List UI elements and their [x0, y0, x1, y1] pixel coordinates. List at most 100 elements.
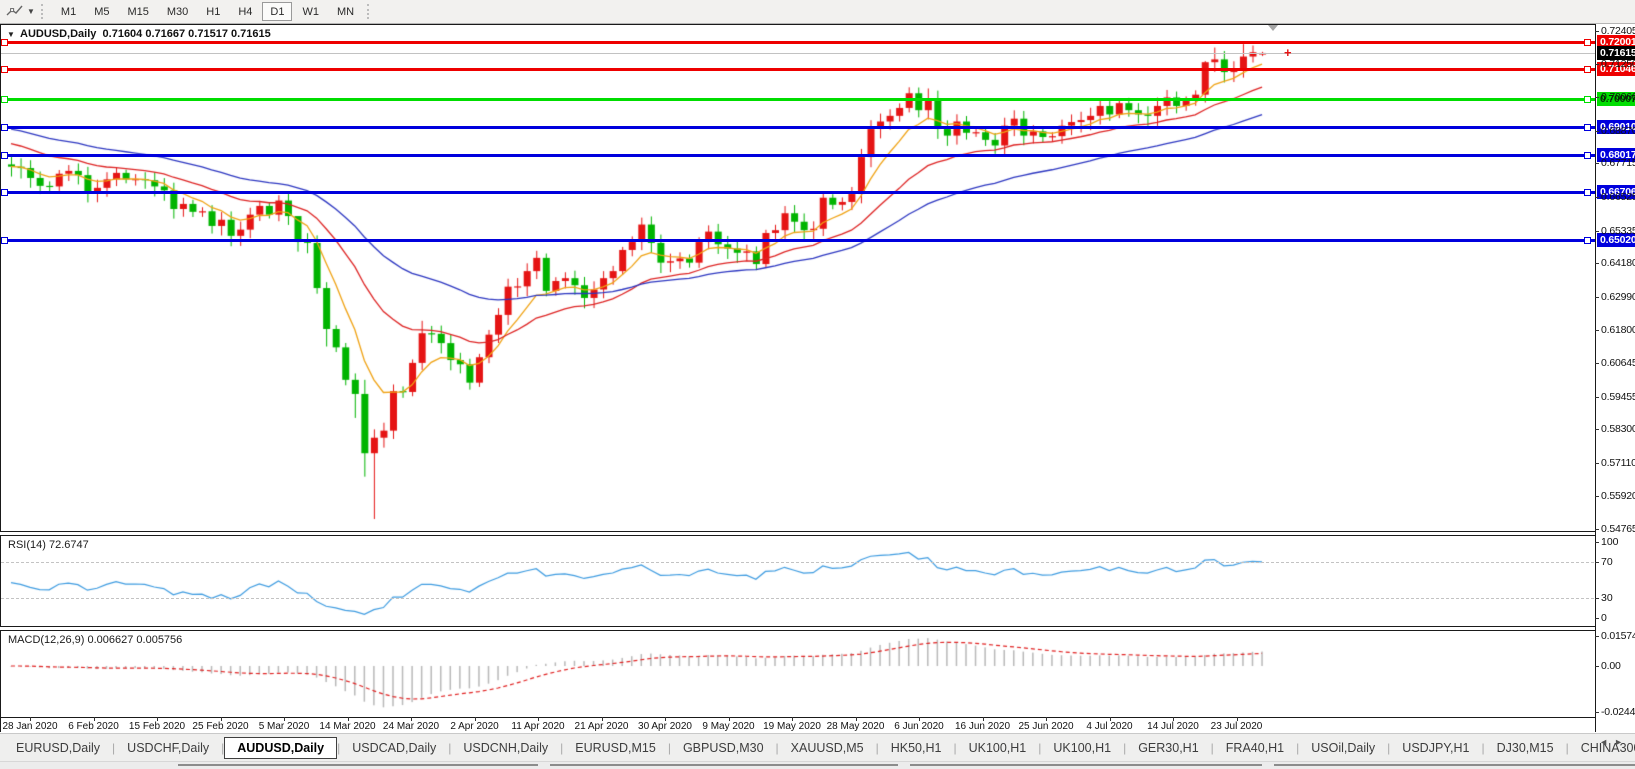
support-line-1[interactable] — [1, 126, 1595, 129]
line-anchor-left[interactable] — [1, 39, 8, 46]
line-anchor-right[interactable] — [1584, 39, 1591, 46]
price-tick-mark — [1595, 64, 1599, 65]
price-tick-label: 0.65335 — [1601, 225, 1635, 237]
macd-scale-label: 0.01574 — [1601, 630, 1635, 642]
line-anchor-left[interactable] — [1, 237, 8, 244]
tab-audusd-daily[interactable]: AUDUSD,Daily — [224, 737, 337, 759]
timeframe-button-mn[interactable]: MN — [329, 2, 362, 21]
rsi-indicator-label: RSI(14) 72.6747 — [8, 539, 89, 551]
time-axis-label: 15 Feb 2020 — [129, 721, 185, 732]
time-axis-label: 16 Jun 2020 — [955, 721, 1010, 732]
tab-uk100-h1[interactable]: UK100,H1 — [957, 737, 1039, 759]
timeframe-button-m1[interactable]: M1 — [53, 2, 84, 21]
line-anchor-left[interactable] — [1, 189, 8, 196]
time-axis-label: 4 Jul 2020 — [1086, 721, 1132, 732]
support-line-4[interactable] — [1, 239, 1595, 242]
price-tick-label: 0.55920 — [1601, 490, 1635, 502]
macd-scale-label: 0.00 — [1601, 660, 1621, 672]
caret-down-icon[interactable]: ▼ — [27, 7, 35, 16]
macd-scale-tick — [1595, 712, 1599, 713]
tab-gbpusd-m30[interactable]: GBPUSD,M30 — [671, 737, 776, 759]
line-anchor-right[interactable] — [1584, 66, 1591, 73]
line-anchor-right[interactable] — [1584, 124, 1591, 131]
macd-panel-separator[interactable] — [0, 626, 1595, 631]
timeframe-button-h1[interactable]: H1 — [198, 2, 228, 21]
timeframe-button-group: M1M5M15M30H1H4D1W1MN — [52, 2, 363, 21]
tab-scroll-right-icon[interactable]: ► — [1614, 737, 1629, 747]
timeframe-button-w1[interactable]: W1 — [294, 2, 327, 21]
price-tick-mark — [1595, 330, 1599, 331]
price-tick-mark — [1595, 496, 1599, 497]
chart-shift-triangle-icon[interactable] — [1268, 25, 1278, 31]
support-line-3[interactable] — [1, 191, 1595, 194]
chart-tab-bar: EURUSD,Daily|USDCHF,Daily|AUDUSD,Daily|U… — [0, 733, 1635, 762]
time-axis-label: 11 Apr 2020 — [511, 721, 564, 732]
rsi-scale-tick — [1595, 598, 1599, 599]
symbol-dropdown-icon[interactable]: ▼ — [7, 30, 15, 39]
price-cross-marker-icon: + — [1284, 45, 1292, 60]
tab-usoil-daily[interactable]: USOil,Daily — [1299, 737, 1387, 759]
time-axis-label: 9 May 2020 — [702, 721, 754, 732]
tab-dj30-m15[interactable]: DJ30,M15 — [1485, 737, 1566, 759]
tab-eurusd-daily[interactable]: EURUSD,Daily — [4, 737, 112, 759]
time-axis-label: 28 Jan 2020 — [2, 721, 57, 732]
rsi-scale-label: 30 — [1601, 592, 1613, 604]
tab-usdcad-daily[interactable]: USDCAD,Daily — [340, 737, 448, 759]
time-axis-label: 25 Jun 2020 — [1018, 721, 1073, 732]
trading-platform-window: ▼ M1M5M15M30H1H4D1W1MN ▼ AUDUSD,Daily 0.… — [0, 0, 1635, 769]
rsi-level-70-line — [1, 562, 1594, 563]
line-anchor-left[interactable] — [1, 66, 8, 73]
line-anchor-right[interactable] — [1584, 237, 1591, 244]
line-anchor-left[interactable] — [1, 96, 8, 103]
line-anchor-right[interactable] — [1584, 96, 1591, 103]
rsi-scale-label: 70 — [1601, 556, 1613, 568]
price-tick-label: 0.72405 — [1601, 25, 1635, 37]
line-anchor-left[interactable] — [1, 152, 8, 159]
tab-xauusd-m5[interactable]: XAUUSD,M5 — [779, 737, 876, 759]
timeframe-button-m30[interactable]: M30 — [159, 2, 196, 21]
price-tick-mark — [1595, 31, 1599, 32]
time-axis-label: 6 Feb 2020 — [68, 721, 119, 732]
resistance-line-1[interactable] — [1, 41, 1595, 44]
time-axis-label: 30 Apr 2020 — [638, 721, 692, 732]
macd-scale-label: -0.02441 — [1601, 706, 1635, 718]
time-axis-label: 2 Apr 2020 — [450, 721, 498, 732]
tab-ger30-h1[interactable]: GER30,H1 — [1126, 737, 1210, 759]
price-tick-label: 0.66525 — [1601, 191, 1635, 203]
tab-fra40-h1[interactable]: FRA40,H1 — [1214, 737, 1296, 759]
rsi-level-30-line — [1, 598, 1594, 599]
pivot-line[interactable] — [1, 98, 1595, 101]
resistance-line-2[interactable] — [1, 68, 1595, 71]
tab-eurusd-m15[interactable]: EURUSD,M15 — [563, 737, 668, 759]
price-axis[interactable]: 0.724050.712500.700600.688700.677150.665… — [1595, 24, 1635, 732]
tab-scroll-left-icon[interactable]: ◄ — [1599, 737, 1614, 747]
time-axis[interactable]: 28 Jan 20206 Feb 202015 Feb 202025 Feb 2… — [0, 717, 1595, 733]
price-tick-label: 0.64180 — [1601, 257, 1635, 269]
tab-hk50-h1[interactable]: HK50,H1 — [879, 737, 954, 759]
timeframe-button-d1[interactable]: D1 — [262, 2, 292, 21]
chart-frame-top — [0, 24, 1595, 25]
tab-usdchf-daily[interactable]: USDCHF,Daily — [115, 737, 221, 759]
price-tick-mark — [1595, 297, 1599, 298]
rsi-panel-separator[interactable] — [0, 531, 1595, 536]
chart-canvas[interactable] — [0, 0, 1635, 769]
tab-usdcnh-daily[interactable]: USDCNH,Daily — [451, 737, 560, 759]
tab-usdjpy-h1[interactable]: USDJPY,H1 — [1390, 737, 1481, 759]
chart-line-tool-icon[interactable] — [6, 4, 26, 20]
line-anchor-right[interactable] — [1584, 152, 1591, 159]
timeframe-button-m5[interactable]: M5 — [86, 2, 117, 21]
price-tick-mark — [1595, 97, 1599, 98]
support-line-2[interactable] — [1, 154, 1595, 157]
time-axis-label: 21 Apr 2020 — [575, 721, 629, 732]
timeframe-button-h4[interactable]: H4 — [230, 2, 260, 21]
price-tick-mark — [1595, 263, 1599, 264]
docked-panel-edge-segment — [550, 764, 898, 766]
line-anchor-right[interactable] — [1584, 189, 1591, 196]
docked-panel-edge-segment — [1274, 764, 1635, 766]
docked-panel-edge-segment — [178, 764, 538, 766]
line-anchor-left[interactable] — [1, 124, 8, 131]
timeframe-button-m15[interactable]: M15 — [119, 2, 156, 21]
price-tick-mark — [1595, 463, 1599, 464]
tab-uk100-h1[interactable]: UK100,H1 — [1041, 737, 1123, 759]
price-tick-mark — [1595, 529, 1599, 530]
